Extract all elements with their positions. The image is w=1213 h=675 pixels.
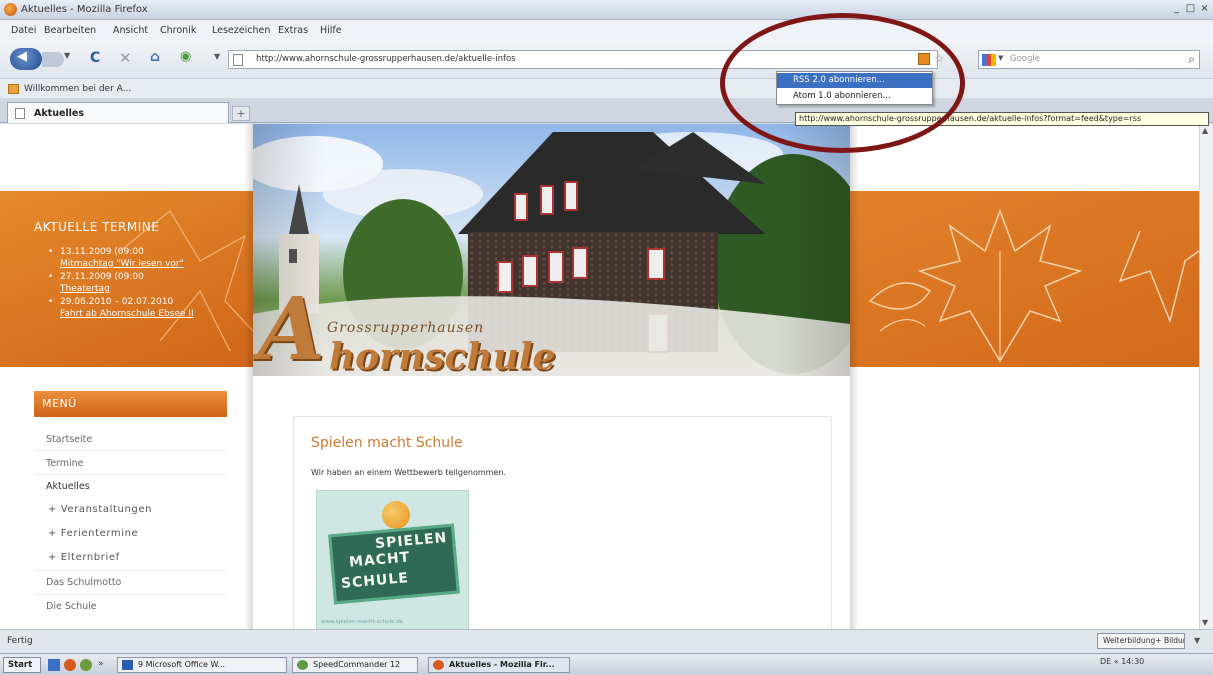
close-button[interactable]: × xyxy=(1198,3,1211,16)
menu-item-veranstaltungen[interactable]: + Veranstaltungen xyxy=(48,504,152,515)
explorer-quicklaunch-icon[interactable] xyxy=(80,659,92,671)
termin-link[interactable]: Fahrt ab Ahornschule Ebsee II xyxy=(60,309,194,319)
menu-ansicht[interactable]: Ansicht xyxy=(113,25,148,36)
menu-divider xyxy=(34,594,227,595)
google-icon[interactable] xyxy=(982,54,996,66)
bookmark-item[interactable]: Willkommen bei der A... xyxy=(24,84,131,94)
history-dropdown-icon[interactable]: ▼ xyxy=(64,51,70,60)
quicklaunch-more-icon[interactable]: » xyxy=(98,659,110,671)
spielen-macht-schule-image[interactable]: SPIELEN MACHT SCHULE www.spielen-macht-s… xyxy=(316,490,469,629)
search-input[interactable]: Google xyxy=(1010,54,1040,64)
menu-item-startseite[interactable]: Startseite xyxy=(46,434,92,445)
search-magnifier-icon[interactable]: ⌕ xyxy=(1188,52,1195,67)
bookmarks-toolbar: Willkommen bei der A... xyxy=(0,78,1213,98)
stop-icon[interactable]: ✕ xyxy=(119,49,132,67)
article-title[interactable]: Spielen macht Schule xyxy=(311,435,463,451)
termin-date: 27.11.2009 (09:00 xyxy=(60,272,144,282)
menu-header: MENÜ xyxy=(34,391,227,417)
promo-url: www.spielen-macht-schule.de xyxy=(321,619,404,625)
termin-link[interactable]: Mitmachtag "Wir lesen vor" xyxy=(60,259,184,269)
status-bar: Fertig Weiterbildung+ Bildungsanbieter ▼ xyxy=(0,629,1213,653)
termin-item: 13.11.2009 (09:00 Mitmachtag "Wir lesen … xyxy=(48,246,194,270)
show-desktop-icon[interactable] xyxy=(48,659,60,671)
tab-aktuelles[interactable]: Aktuelles xyxy=(7,102,229,123)
menu-lesezeichen[interactable]: Lesezeichen xyxy=(212,25,270,36)
word-icon xyxy=(122,660,133,670)
taskbar-button-label: SpeedCommander 12 xyxy=(313,660,401,669)
minimize-button[interactable]: _ xyxy=(1170,3,1183,16)
menu-bearbeiten[interactable]: Bearbeiten xyxy=(44,25,96,36)
bookmark-folder-icon xyxy=(8,84,19,94)
page-icon xyxy=(233,54,243,66)
termin-date: 13.11.2009 (09:00 xyxy=(60,247,144,257)
menu-divider xyxy=(34,450,227,451)
search-bar[interactable]: ▼ Google ⌕ xyxy=(978,50,1200,69)
address-url[interactable]: http://www.ahornschule-grossrupperhausen… xyxy=(256,54,516,64)
firefox-icon xyxy=(4,3,17,16)
menu-item-termine[interactable]: Termine xyxy=(46,458,84,469)
firefox-quicklaunch-icon[interactable] xyxy=(64,659,76,671)
termine-list: 13.11.2009 (09:00 Mitmachtag "Wir lesen … xyxy=(48,246,194,321)
page-shadow-right xyxy=(850,124,859,629)
speedcommander-icon xyxy=(297,660,308,670)
tab-page-icon xyxy=(15,108,25,119)
new-tab-button[interactable]: + xyxy=(232,106,250,121)
profile-dropdown-icon[interactable]: ▼ xyxy=(214,52,220,61)
leaf-banner-right xyxy=(850,191,1199,367)
start-button[interactable]: Start xyxy=(3,657,41,673)
back-arrow-icon: ◀ xyxy=(17,49,27,64)
addon-dropdown-icon[interactable]: ▼ xyxy=(1194,636,1200,645)
menu-chronik[interactable]: Chronik xyxy=(160,25,196,36)
logo-initial: A xyxy=(258,279,325,380)
page-viewport: AKTUELLE TERMINE 13.11.2009 (09:00 Mitma… xyxy=(0,124,1199,629)
menu-extras[interactable]: Extras xyxy=(278,25,308,36)
menu-item-ferientermine[interactable]: + Ferientermine xyxy=(48,528,138,539)
firefox-task-icon xyxy=(433,660,444,670)
taskbar-button-label: Aktuelles - Mozilla Fir... xyxy=(449,660,555,669)
scroll-down-icon[interactable]: ▼ xyxy=(1202,618,1208,627)
taskbar-button-firefox[interactable]: Aktuelles - Mozilla Fir... xyxy=(428,657,570,673)
termin-link[interactable]: Theatertag xyxy=(60,284,110,294)
termin-item: 29.06.2010 – 02.07.2010 Fahrt ab Ahornsc… xyxy=(48,296,194,320)
termine-title: AKTUELLE TERMINE xyxy=(34,220,160,234)
scroll-up-icon[interactable]: ▲ xyxy=(1202,126,1208,135)
vertical-scrollbar[interactable]: ▲ ▼ xyxy=(1199,124,1213,629)
profile-icon[interactable]: ◉ xyxy=(180,49,191,64)
window-title: Aktuelles - Mozilla Firefox xyxy=(21,4,148,15)
window-titlebar: Aktuelles - Mozilla Firefox _ □ × xyxy=(0,0,1213,20)
annotation-ellipse xyxy=(720,13,965,153)
status-text: Fertig xyxy=(7,636,33,646)
taskbar-button-office[interactable]: 9 Microsoft Office W... xyxy=(117,657,287,673)
menu-datei[interactable]: Datei xyxy=(11,25,36,36)
ball-icon xyxy=(382,501,410,529)
menu-item-aktuelles[interactable]: Aktuelles xyxy=(46,481,90,492)
menu-divider xyxy=(34,570,227,571)
tab-label: Aktuelles xyxy=(34,108,85,119)
logo-text: hornschule xyxy=(329,336,556,378)
menu-bar: Datei Bearbeiten Ansicht Chronik Lesezei… xyxy=(0,20,1213,40)
windows-taskbar: Start » 9 Microsoft Office W... SpeedCom… xyxy=(0,653,1213,675)
menu-hilfe[interactable]: Hilfe xyxy=(320,25,342,36)
addon-button[interactable]: Weiterbildung+ Bildungsanbieter xyxy=(1097,633,1185,649)
menu-item-elternbrief[interactable]: + Elternbrief xyxy=(48,552,120,563)
page-shadow-left xyxy=(244,124,253,629)
menu-item-schule[interactable]: Die Schule xyxy=(46,601,97,612)
maximize-button[interactable]: □ xyxy=(1184,3,1197,16)
menu-item-schulmotto[interactable]: Das Schulmotto xyxy=(46,577,121,588)
menu-divider xyxy=(34,474,227,475)
forward-button[interactable] xyxy=(42,52,64,67)
search-engine-dropdown-icon[interactable]: ▼ xyxy=(998,54,1003,62)
reload-icon[interactable]: C xyxy=(90,50,100,66)
termin-item: 27.11.2009 (09:00 Theatertag xyxy=(48,271,194,295)
taskbar-button-label: 9 Microsoft Office W... xyxy=(138,660,226,669)
home-icon[interactable]: ⌂ xyxy=(150,49,160,65)
article-text: Wir haben an einem Wettbewerb teilgenomm… xyxy=(311,468,506,477)
maple-leaf-illustration xyxy=(868,208,1199,363)
taskbar-button-speedcommander[interactable]: SpeedCommander 12 xyxy=(292,657,418,673)
termin-date: 29.06.2010 – 02.07.2010 xyxy=(60,297,174,307)
system-tray: DE « 14:30 xyxy=(1100,657,1145,666)
logo-subtitle: Grossrupperhausen xyxy=(327,320,485,336)
